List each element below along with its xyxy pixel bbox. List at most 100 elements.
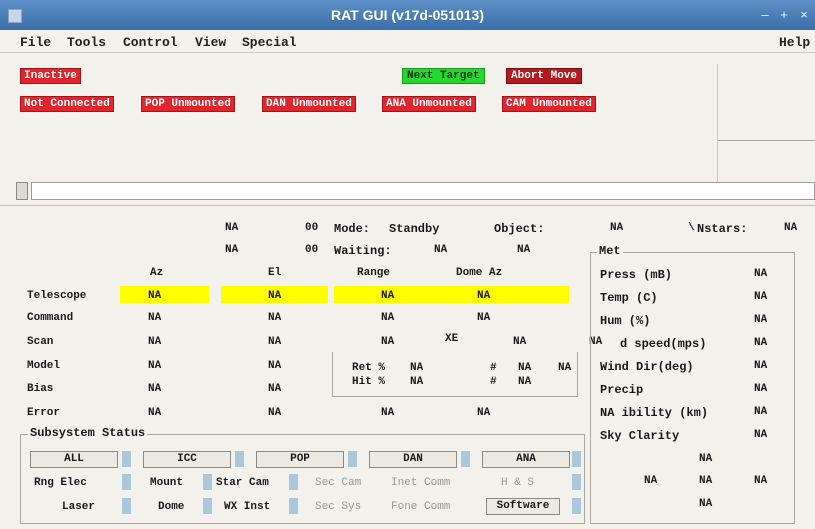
- telescope-az: NA: [148, 290, 162, 302]
- waiting-label: Waiting:: [334, 244, 392, 258]
- menu-tools[interactable]: Tools: [67, 35, 106, 50]
- inactive-status: Inactive: [20, 68, 81, 84]
- cam-unmounted-badge: CAM Unmounted: [502, 96, 596, 112]
- ret-value: NA: [410, 362, 424, 374]
- software-indicator: [572, 498, 581, 514]
- star-cam-label: Star Cam: [216, 477, 269, 489]
- met-bottom-2a: NA: [644, 475, 658, 487]
- h-and-s-label: H & S: [501, 477, 535, 489]
- error-el: NA: [268, 407, 282, 419]
- telescope-dome-az: NA: [477, 290, 491, 302]
- menu-file[interactable]: File: [20, 35, 51, 50]
- menu-special[interactable]: Special: [242, 35, 297, 50]
- met-visibility-value: NA: [754, 406, 768, 418]
- title-bar[interactable]: RAT GUI (v17d-051013) – + ×: [0, 0, 815, 30]
- info-row2-a: NA: [225, 244, 239, 256]
- row-scan: Scan: [27, 336, 54, 348]
- command-grip-handle[interactable]: [16, 182, 28, 200]
- mount-indicator: [203, 474, 212, 490]
- scan-az: NA: [148, 336, 162, 348]
- all-button[interactable]: ALL: [30, 451, 118, 468]
- icc-button[interactable]: ICC: [143, 451, 231, 468]
- rng-elec-indicator: [122, 474, 131, 490]
- icc-indicator: [235, 451, 244, 467]
- scan-range: NA: [381, 336, 395, 348]
- next-target-button[interactable]: Next Target: [402, 68, 485, 84]
- mount-label: Mount: [150, 477, 184, 489]
- ana-button[interactable]: ANA: [482, 451, 570, 468]
- wx-inst-indicator: [289, 498, 298, 514]
- command-dome-az: NA: [477, 312, 491, 324]
- star-cam-indicator: [289, 474, 298, 490]
- inet-comm-label: Inet Comm: [391, 477, 451, 489]
- row-bias: Bias: [27, 383, 54, 395]
- menu-control[interactable]: Control: [123, 35, 178, 50]
- menu-help[interactable]: Help: [779, 35, 810, 50]
- info-row1-b: 00: [305, 222, 319, 234]
- dan-button[interactable]: DAN: [369, 451, 457, 468]
- met-wind-dir-value: NA: [754, 360, 768, 372]
- laser-label: Laser: [62, 501, 96, 513]
- pop-indicator: [348, 451, 357, 467]
- xe-label: XE: [445, 333, 459, 345]
- met-wind-speed-label: d speed(mps): [620, 337, 707, 351]
- met-hum-label: Hum (%): [600, 314, 651, 328]
- software-button[interactable]: Software: [486, 498, 560, 515]
- rat-gui-window: RAT GUI (v17d-051013) – + × File Tools C…: [0, 0, 815, 529]
- sec-cam-label: Sec Cam: [315, 477, 362, 489]
- minimize-icon[interactable]: –: [756, 7, 774, 23]
- nstars-value: NA: [784, 222, 798, 234]
- hit-hash: #: [490, 376, 497, 388]
- hit-value: NA: [410, 376, 424, 388]
- met-sky-clarity-value: NA: [754, 429, 768, 441]
- pop-button[interactable]: POP: [256, 451, 344, 468]
- met-bottom-1: NA: [699, 453, 713, 465]
- ret-label: Ret %: [352, 362, 386, 374]
- error-az: NA: [148, 407, 162, 419]
- maximize-icon[interactable]: +: [775, 7, 793, 23]
- met-wind-dir-label: Wind Dir(deg): [600, 360, 694, 374]
- telescope-range: NA: [381, 290, 395, 302]
- ret-hash: #: [490, 362, 497, 374]
- hit-label: Hit %: [352, 376, 386, 388]
- menu-bar: File Tools Control View Special Help: [0, 30, 815, 53]
- met-bottom-3: NA: [699, 498, 713, 510]
- waiting-value-2: NA: [517, 244, 531, 256]
- abort-move-button[interactable]: Abort Move: [506, 68, 583, 84]
- pop-unmounted-badge: POP Unmounted: [141, 96, 235, 112]
- row-telescope: Telescope: [27, 290, 87, 302]
- telescope-az-highlight: [120, 286, 209, 303]
- met-bottom-2c: NA: [754, 475, 768, 487]
- command-range: NA: [381, 312, 395, 324]
- rng-elec-label: Rng Elec: [34, 477, 87, 489]
- mode-value: Standby: [389, 222, 440, 236]
- fone-comm-label: Fone Comm: [391, 501, 451, 513]
- ret-number: NA: [518, 362, 532, 374]
- header-dome-az: Dome Az: [456, 267, 503, 279]
- model-el: NA: [268, 360, 282, 372]
- all-indicator: [122, 451, 131, 467]
- error-dome-az: NA: [477, 407, 491, 419]
- nstars-prefix: \: [688, 222, 695, 234]
- row-command: Command: [27, 312, 74, 324]
- hit-number: NA: [518, 376, 532, 388]
- command-az: NA: [148, 312, 162, 324]
- bias-az: NA: [148, 383, 162, 395]
- right-info-panel: [717, 64, 815, 182]
- object-label: Object:: [494, 222, 545, 236]
- window-title: RAT GUI (v17d-051013): [330, 7, 484, 23]
- ana-indicator: [572, 451, 581, 467]
- model-az: NA: [148, 360, 162, 372]
- menu-view[interactable]: View: [195, 35, 226, 50]
- met-press-value: NA: [754, 268, 768, 280]
- met-wind-speed-value: NA: [754, 337, 768, 349]
- ret-number-2: NA: [558, 362, 572, 374]
- close-icon[interactable]: ×: [795, 7, 813, 23]
- ana-unmounted-badge: ANA Unmounted: [382, 96, 476, 112]
- waiting-value-1: NA: [434, 244, 448, 256]
- command-input[interactable]: [31, 182, 815, 200]
- not-connected-badge: Not Connected: [20, 96, 114, 112]
- dome-label: Dome: [158, 501, 185, 513]
- met-title: Met: [597, 244, 623, 258]
- wx-inst-label: WX Inst: [224, 501, 271, 513]
